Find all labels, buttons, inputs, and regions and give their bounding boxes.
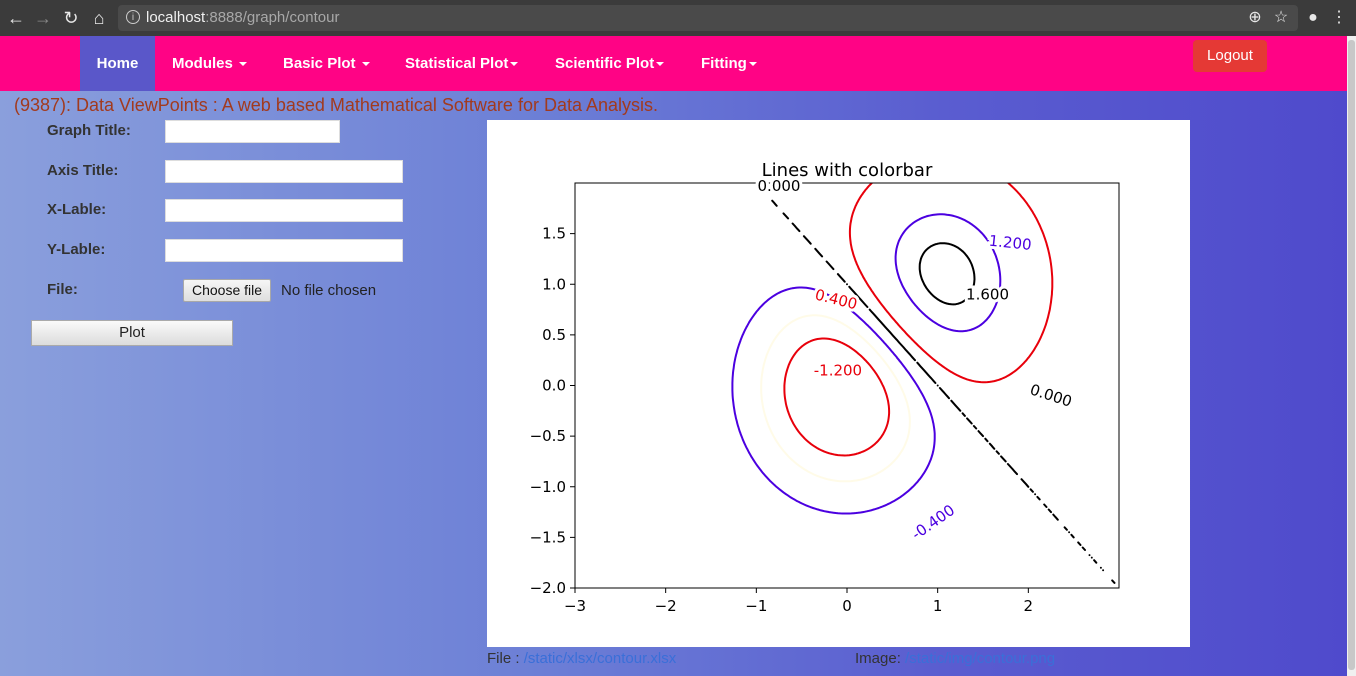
nav-home[interactable]: Home xyxy=(80,36,155,91)
contour-label: 1.600 xyxy=(966,285,1009,303)
nav-basic-plot-label: Basic Plot xyxy=(283,55,356,72)
caret-down-icon xyxy=(656,62,665,67)
y-label-input[interactable] xyxy=(165,239,403,262)
x-tick-label: −3 xyxy=(564,597,586,615)
contour-label: -1.200 xyxy=(814,361,862,379)
x-label-label: X-Lable: xyxy=(47,201,107,218)
image-link[interactable]: /static/img/contour.png xyxy=(905,650,1055,667)
plot-button[interactable]: Plot xyxy=(31,320,233,346)
caret-down-icon xyxy=(748,62,757,67)
contour-line-level-5 xyxy=(894,213,1002,333)
nav-statistical-plot[interactable]: Statistical Plot xyxy=(389,36,534,91)
y-tick-label: 1.5 xyxy=(542,225,566,243)
scrollbar-thumb[interactable] xyxy=(1348,40,1355,670)
page-title: (9387): Data ViewPoints : A web based Ma… xyxy=(14,95,659,115)
contour-plot-image: Lines with colorbar −3 −2 −1 0 1 2 −2.0 −1.5 −1.… xyxy=(487,120,1190,647)
arrow-left-icon[interactable]: ← xyxy=(6,8,26,28)
axis-title-input[interactable] xyxy=(165,160,403,183)
main-content: (9387): Data ViewPoints : A web based Ma… xyxy=(0,91,1347,676)
menu-dots-icon[interactable]: ⋮ xyxy=(1330,8,1348,28)
x-tick-label: 0 xyxy=(842,597,852,615)
file-link-line: File : /static/xlsx/contour.xlsx xyxy=(487,650,676,667)
zoom-icon[interactable]: ⊕ xyxy=(1246,8,1264,28)
nav-statistical-plot-label: Statistical Plot xyxy=(405,55,509,72)
arrow-right-icon[interactable]: → xyxy=(33,8,53,28)
address-bar[interactable]: i localhost:8888/graph/contour xyxy=(118,5,1298,31)
graph-title-label: Graph Title: xyxy=(47,122,131,139)
choose-file-button[interactable]: Choose file xyxy=(183,279,272,302)
url-path: :8888/graph/contour xyxy=(205,9,340,26)
star-icon[interactable]: ☆ xyxy=(1272,8,1290,28)
reload-icon[interactable]: ↻ xyxy=(61,8,81,28)
y-tick-label: 0.0 xyxy=(542,377,566,395)
file-link-prefix: File : xyxy=(487,650,524,667)
nav-modules[interactable]: Modules xyxy=(156,36,263,91)
x-tick-label: 1 xyxy=(933,597,943,615)
y-tick-label: −2.0 xyxy=(530,579,566,597)
caret-down-icon xyxy=(361,62,370,67)
x-label-input[interactable] xyxy=(165,199,403,222)
contour-line-level-0 xyxy=(783,337,891,457)
home-icon[interactable]: ⌂ xyxy=(89,8,109,28)
image-link-prefix: Image: xyxy=(855,650,906,667)
y-tick-label: −1.5 xyxy=(530,528,566,546)
x-tick-label: −2 xyxy=(655,597,677,615)
logout-button[interactable]: Logout xyxy=(1193,40,1267,72)
file-label: File: xyxy=(47,281,78,298)
nav-scientific-plot-label: Scientific Plot xyxy=(555,55,655,72)
x-tick-label: 2 xyxy=(1024,597,1034,615)
contour-label: 0.000 xyxy=(1028,380,1074,410)
y-tick-label: −1.0 xyxy=(530,478,566,496)
nav-basic-plot[interactable]: Basic Plot xyxy=(267,36,386,91)
image-link-line: Image: /static/img/contour.png xyxy=(855,650,1055,667)
extension-icon[interactable]: ● xyxy=(1304,8,1322,28)
contour-line-level-4 xyxy=(848,183,1054,384)
contour-chart: Lines with colorbar −3 −2 −1 0 1 2−2.0−1.5−1.… xyxy=(530,160,1120,615)
browser-toolbar: ← → ↻ ⌂ i localhost:8888/graph/contour ⊕… xyxy=(0,0,1356,36)
axis-title-label: Axis Title: xyxy=(47,162,119,179)
top-navbar: Home Modules Basic Plot Statistical Plot… xyxy=(0,36,1347,91)
caret-down-icon xyxy=(510,62,519,67)
info-icon[interactable]: i xyxy=(126,10,140,24)
url-host: localhost xyxy=(146,9,206,26)
y-tick-label: 0.5 xyxy=(542,326,566,344)
y-tick-label: −0.5 xyxy=(530,427,566,445)
url-text[interactable]: localhost:8888/graph/contour xyxy=(146,9,339,26)
nav-fitting-label: Fitting xyxy=(701,55,747,72)
no-file-text: No file chosen xyxy=(281,282,377,299)
nav-scientific-plot[interactable]: Scientific Plot xyxy=(539,36,680,91)
contour-label: -0.400 xyxy=(908,501,958,543)
contour-label: 0.000 xyxy=(758,177,801,195)
x-tick-label: −1 xyxy=(745,597,767,615)
graph-title-input[interactable] xyxy=(165,120,340,143)
axis-ticks: −3 −2 −1 0 1 2 −2.0 −1.5 −1.0 −0.5 0.0 0.5 1.0 1.5 xyxy=(530,225,1034,615)
nav-home-label: Home xyxy=(96,55,139,72)
page-scrollbar[interactable] xyxy=(1347,36,1356,676)
y-tick-label: 1.0 xyxy=(542,275,566,293)
caret-down-icon xyxy=(238,62,247,67)
nav-fitting[interactable]: Fitting xyxy=(685,36,773,91)
y-label-label: Y-Lable: xyxy=(47,241,106,258)
file-link[interactable]: /static/xlsx/contour.xlsx xyxy=(524,650,677,667)
nav-modules-label: Modules xyxy=(172,55,233,72)
